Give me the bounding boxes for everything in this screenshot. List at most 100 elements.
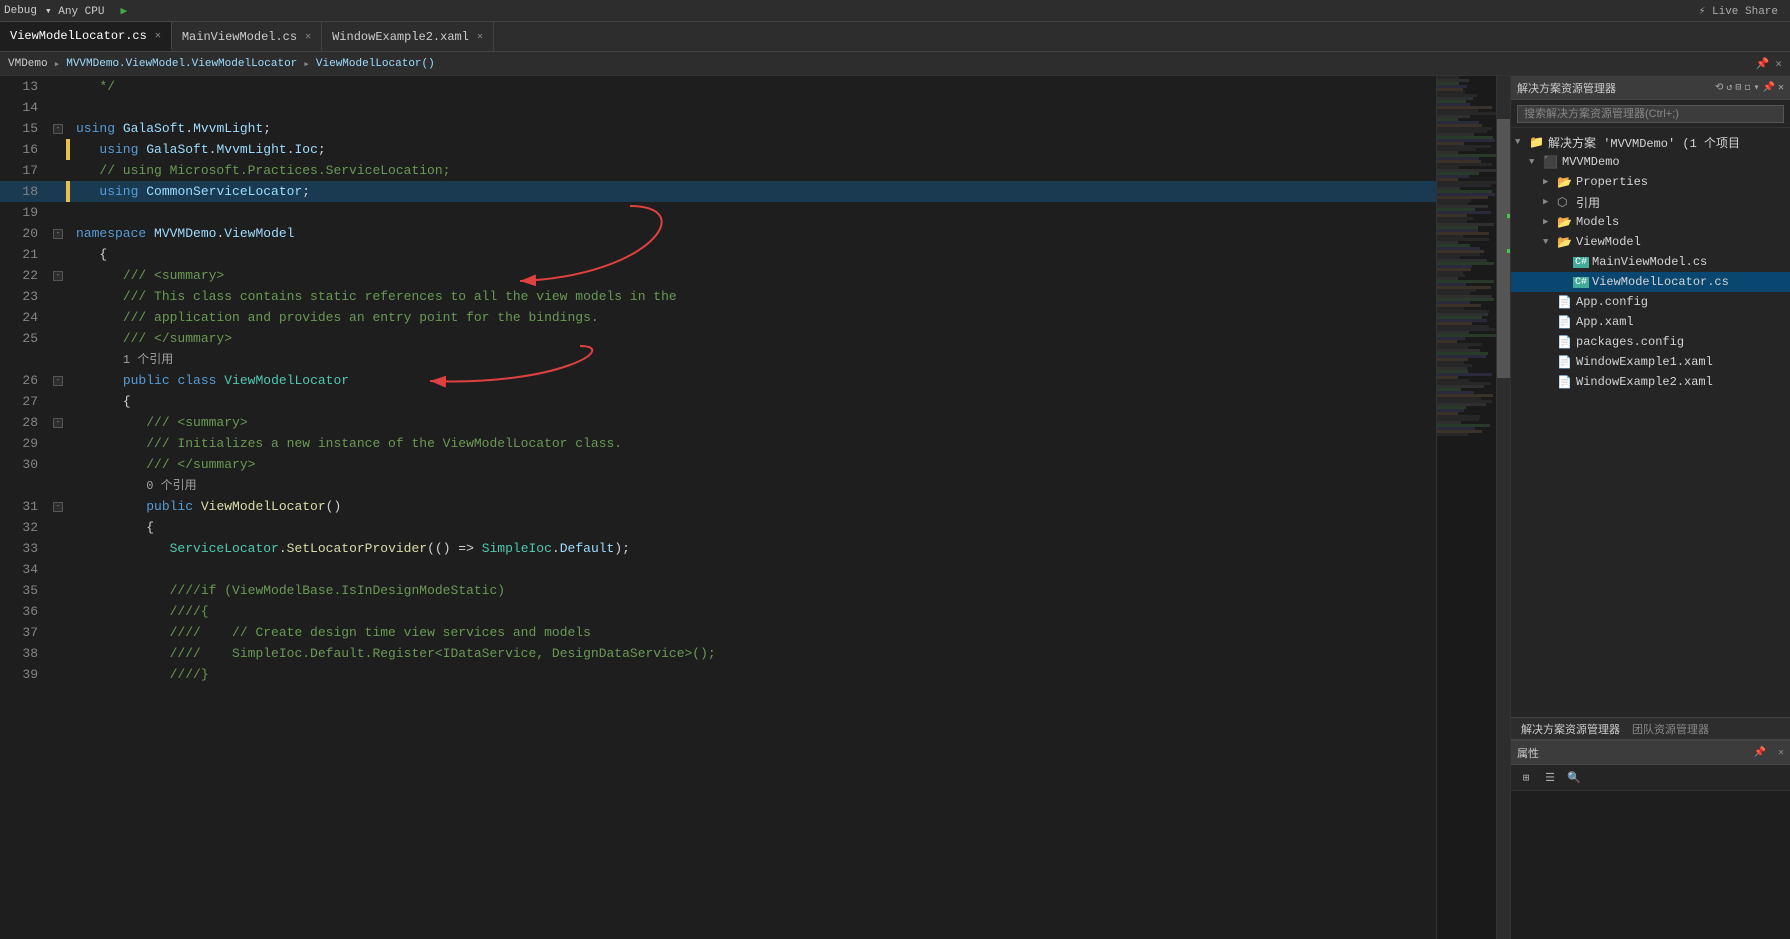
tree-item-models[interactable]: ▶ 📂 Models [1511,212,1790,232]
line-number: 23 [0,286,50,307]
code-content: { [70,517,1436,538]
breadcrumb-bar: VMDemo ▸ MVVMDemo.ViewModel.ViewModelLoc… [0,52,1790,76]
liveshare-label[interactable]: ⚡ Live Share [1699,4,1778,18]
properties-close-btn[interactable]: ✕ [1778,747,1784,759]
run-btn[interactable]: ▶ [120,4,127,18]
code-row: 25 /// </summary> [0,328,1436,349]
refresh-btn[interactable]: ↺ [1726,82,1732,94]
fold-btn[interactable]: - [53,124,63,134]
code-row: 34 [0,559,1436,580]
line-number: 32 [0,517,50,538]
tree-arrow-viewmodel: ▼ [1543,237,1557,247]
code-editor[interactable]: 13 */ 14 15 - using GalaSoft.MvvmLight; … [0,76,1436,939]
sync-btn[interactable]: ⟲ [1715,82,1723,94]
main-content: 13 */ 14 15 - using GalaSoft.MvvmLight; … [0,76,1790,939]
tree-item-windowexample1[interactable]: 📄 WindowExample1.xaml [1511,352,1790,372]
fold-btn[interactable]: - [53,502,63,512]
config-icon-packages: 📄 [1557,335,1573,350]
fold-btn[interactable]: - [53,376,63,386]
tab-solution-explorer[interactable]: 解决方案资源管理器 [1515,721,1626,737]
prop-search-btn[interactable]: 🔍 [1563,768,1585,788]
close-tab-windowexample2[interactable]: ✕ [477,31,483,43]
close-tab-viewmodellocator[interactable]: ✕ [155,30,161,42]
code-row: 29 /// Initializes a new instance of the… [0,433,1436,454]
tree-label-references: 引用 [1576,194,1600,211]
code-row: 20 - namespace MVVMDemo.ViewModel [0,223,1436,244]
code-row: 38 //// SimpleIoc.Default.Register<IData… [0,643,1436,664]
top-toolbar: Debug ▾ Any CPU ▶ ⚡ Live Share [0,0,1790,22]
tree-item-packagesconfig[interactable]: 📄 packages.config [1511,332,1790,352]
tree-item-viewmodellocatorms[interactable]: C# ViewModelLocator.cs [1511,272,1790,292]
fold-col [50,433,66,454]
pin-btn[interactable]: 📌 [1763,82,1775,94]
vertical-scrollbar[interactable] [1496,76,1510,939]
tree-item-references[interactable]: ▶ ⬡ 引用 [1511,192,1790,212]
project-icon: ⬛ [1543,155,1559,170]
close-panel-btn[interactable]: ✕ [1778,82,1784,94]
minimap[interactable] [1436,76,1496,939]
code-row: 36 ////{ [0,601,1436,622]
code-row: 19 [0,202,1436,223]
code-content: namespace MVVMDemo.ViewModel [70,223,1436,244]
tree-arrow-models: ▶ [1543,217,1557,227]
line-number: 28 [0,412,50,433]
code-row: 0 1 个引用 [0,349,1436,370]
solution-search-input[interactable] [1517,105,1784,123]
code-content [70,202,1436,223]
filter-btn[interactable]: ▾ [1753,82,1759,94]
tree-item-mainviewmodelcs[interactable]: C# MainViewModel.cs [1511,252,1790,272]
code-content: //// // Create design time view services… [70,622,1436,643]
panel-pin-btn[interactable]: 📌 [1756,57,1770,71]
tab-team-explorer[interactable]: 团队资源管理器 [1626,721,1715,737]
prop-list-btn[interactable]: ☰ [1539,768,1561,788]
code-row: 21 { [0,244,1436,265]
code-content: { [70,244,1436,265]
collapse-all-btn[interactable]: ⊟ [1735,82,1741,94]
fold-btn[interactable]: - [53,229,63,239]
tree-label-project: MVVMDemo [1562,155,1620,169]
code-content: 1 个引用 [70,349,1436,370]
fold-col [50,643,66,664]
code-content: { [70,391,1436,412]
code-row: 24 /// application and provides an entry… [0,307,1436,328]
tab-viewmodellocator[interactable]: ViewModelLocator.cs ✕ [0,22,172,51]
code-content: using CommonServiceLocator; [70,181,1436,202]
line-number: 14 [0,97,50,118]
tab-label-windowexample2: WindowExample2.xaml [332,30,469,44]
tree-item-appconfig[interactable]: 📄 App.config [1511,292,1790,312]
tree-item-windowexample2[interactable]: 📄 WindowExample2.xaml [1511,372,1790,392]
tree-label-mainviewmodelcs: MainViewModel.cs [1592,255,1707,269]
tree-arrow-solution: ▼ [1515,137,1529,147]
code-content: */ [70,76,1436,97]
line-number: 36 [0,601,50,622]
tree-item-project[interactable]: ▼ ⬛ MVVMDemo [1511,152,1790,172]
code-row: 32 { [0,517,1436,538]
tree-label-packagesconfig: packages.config [1576,335,1684,349]
code-content: /// <summary> [70,412,1436,433]
line-number: 21 [0,244,50,265]
close-tab-mainviewmodel[interactable]: ✕ [305,31,311,43]
fold-col [50,181,66,202]
fold-btn[interactable]: - [53,271,63,281]
code-content: /// <summary> [70,265,1436,286]
line-num: 0 [0,349,50,370]
panel-close-btn[interactable]: ✕ [1775,57,1782,71]
code-row: 0 0 个引用 [0,475,1436,496]
tab-mainviewmodel[interactable]: MainViewModel.cs ✕ [172,22,322,51]
tree-item-properties[interactable]: ▶ 📂 Properties [1511,172,1790,192]
line-number: 35 [0,580,50,601]
change-indicator-2 [1507,249,1510,253]
tree-item-viewmodel-folder[interactable]: ▼ 📂 ViewModel [1511,232,1790,252]
tree-item-solution[interactable]: ▼ 📁 解决方案 'MVVMDemo' (1 个项目 [1511,132,1790,152]
fold-btn[interactable]: - [53,418,63,428]
prop-grid-btn[interactable]: ⊞ [1515,768,1537,788]
tree-label-properties: Properties [1576,175,1648,189]
properties-pin-btn[interactable]: 📌 [1754,747,1766,759]
tab-windowexample2[interactable]: WindowExample2.xaml ✕ [322,22,494,51]
code-row: 16 using GalaSoft.MvvmLight.Ioc; [0,139,1436,160]
tree-item-appxaml[interactable]: 📄 App.xaml [1511,312,1790,332]
solution-icon: 📁 [1529,135,1545,150]
fold-col: - [50,223,66,244]
show-all-btn[interactable]: ◻ [1744,82,1750,94]
line-num: 0 [0,475,50,496]
